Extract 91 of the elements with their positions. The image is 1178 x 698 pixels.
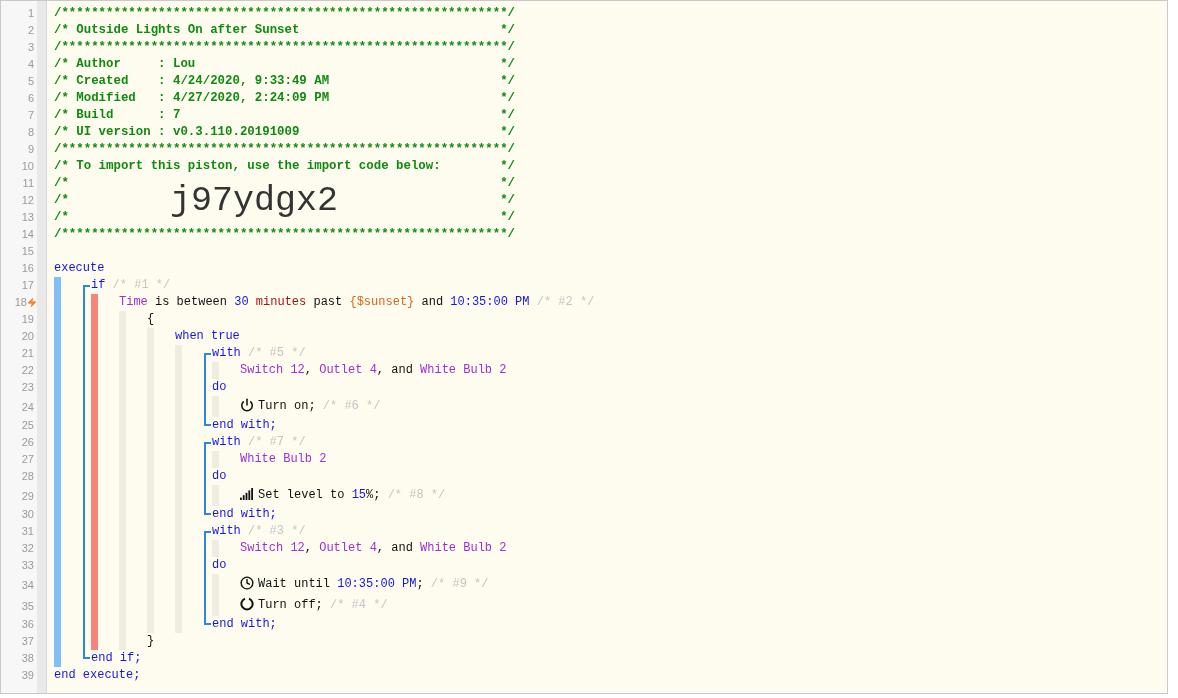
comment-end: */	[500, 91, 515, 106]
comment-text: /************************************************************/	[54, 142, 515, 157]
code-line: if /* #1 */	[91, 278, 171, 293]
comment-text: /* Modified : 4/27/2020, 2:24:09 PM	[54, 91, 330, 106]
line-number: 31	[21, 525, 34, 538]
line-number: 21	[21, 347, 34, 360]
comment-text: /* Author : Lou	[54, 57, 196, 72]
code-line: Time is between 30 minutes past {$sunset} and 10:35:00 PM /* #2 */	[119, 295, 595, 310]
comment-text: /* Created : 4/24/2020, 9:33:49 AM	[54, 74, 330, 89]
code-line: with /* #3 */	[212, 524, 306, 539]
line-number: 10	[21, 160, 34, 173]
line-number: 4	[27, 58, 34, 71]
code-line: end execute;	[54, 668, 141, 683]
ring-icon	[240, 597, 254, 611]
comment-end: */	[500, 23, 515, 38]
comment-end: */	[500, 108, 515, 123]
line-number: 7	[27, 109, 34, 122]
code-line: Turn off; /* #4 */	[258, 598, 388, 613]
code-line: do	[212, 380, 227, 395]
power-icon	[240, 398, 254, 412]
code-line: end with;	[212, 507, 277, 522]
line-number: 30	[21, 508, 34, 521]
line-number: 11	[22, 177, 34, 190]
line-number: 14	[21, 228, 34, 241]
line-number: 9	[27, 143, 34, 156]
line-number: 6	[27, 92, 34, 105]
comment-text: /*	[54, 193, 69, 208]
line-number: 23	[21, 381, 34, 394]
comment-text: /************************************************************/	[54, 227, 515, 242]
code-line: Switch 12, Outlet 4, and White Bulb 2	[240, 541, 507, 556]
code-line: end with;	[212, 418, 277, 433]
signal-bars-icon	[240, 488, 254, 500]
line-number: 2	[27, 24, 34, 37]
code-line: end if;	[91, 651, 142, 666]
line-number: 12	[21, 194, 34, 207]
line-number: 20	[21, 330, 34, 343]
line-number: 29	[21, 490, 34, 503]
clock-icon	[240, 576, 254, 590]
comment-text: /* Build : 7	[54, 108, 181, 123]
code-line: with /* #5 */	[212, 346, 306, 361]
line-number: 22	[21, 364, 34, 377]
line-number: 24	[21, 401, 34, 414]
line-number: 37	[21, 635, 34, 648]
code-line: {	[147, 312, 155, 327]
code-line: Switch 12, Outlet 4, and White Bulb 2	[240, 363, 507, 378]
line-number: 26	[21, 436, 34, 449]
line-number: 25	[21, 419, 34, 432]
comment-end: */	[500, 57, 515, 72]
code-line: White Bulb 2	[240, 452, 327, 467]
comment-text: /************************************************************/	[54, 40, 515, 55]
line-number: 17	[21, 279, 34, 292]
code-line: }	[147, 634, 155, 649]
line-number: 27	[21, 453, 34, 466]
line-number: 3	[27, 41, 34, 54]
code-line: do	[212, 558, 227, 573]
code-line: do	[212, 469, 227, 484]
line-number: 15	[21, 245, 34, 258]
comment-text: /*	[54, 176, 69, 191]
code-line: Set level to 15%; /* #8 */	[258, 488, 446, 503]
line-number: 32	[21, 542, 34, 555]
comment-end: */	[500, 74, 515, 89]
code-line: Wait until 10:35:00 PM; /* #9 */	[258, 577, 489, 592]
comment-end: */	[500, 125, 515, 140]
comment-end: */	[500, 159, 515, 174]
comment-end: */	[500, 176, 515, 191]
line-number: 5	[27, 75, 34, 88]
line-number: 38	[21, 652, 34, 665]
line-number: 16	[21, 262, 34, 275]
comment-text: /* To import this piston, use the import code below:	[54, 159, 441, 174]
line-number: 34	[21, 579, 34, 592]
line-number: 35	[21, 600, 34, 613]
code-line: end with;	[212, 617, 277, 632]
line-number: 18	[14, 296, 27, 309]
line-number: 13	[21, 211, 34, 224]
line-number: 28	[21, 470, 34, 483]
code-line: execute	[54, 261, 105, 276]
line-number: 36	[21, 618, 34, 631]
line-number: 8	[27, 126, 34, 139]
code-line: with /* #7 */	[212, 435, 306, 450]
comment-text: /************************************************************/	[54, 6, 515, 21]
comment-end: */	[500, 193, 515, 208]
comment-text: /* Outside Lights On after Sunset	[54, 23, 300, 38]
comment-end: */	[500, 210, 515, 225]
import-code: j97ydgx2	[169, 183, 338, 218]
comment-text: /*	[54, 210, 69, 225]
comment-text: /* UI version : v0.3.110.20191009	[54, 125, 300, 140]
code-line: when true	[175, 329, 240, 344]
line-number: 1	[27, 7, 34, 20]
line-number: 39	[21, 669, 34, 682]
line-number: 19	[21, 313, 34, 326]
line-number: 33	[21, 559, 34, 572]
